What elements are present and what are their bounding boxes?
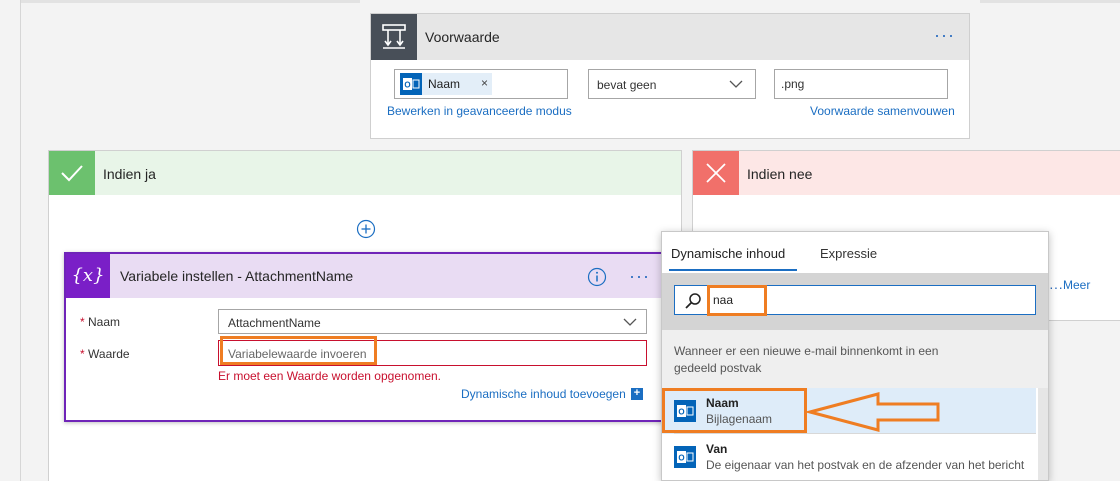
operator-value: bevat geen [597,78,657,92]
chevron-down-icon [623,318,637,326]
condition-operator-select[interactable]: bevat geen [588,69,756,99]
search-icon [685,293,701,309]
item-description: De eigenaar van het postvak en de afzend… [706,458,1025,472]
condition-value-input[interactable]: .png [774,69,948,99]
condition-value: .png [781,77,805,91]
yes-branch-title: Indien ja [103,166,156,182]
chevron-down-icon [729,80,743,88]
item-name: Van [706,442,728,456]
yes-branch-header[interactable]: Indien ja [49,151,681,195]
dynamic-content-panel: Dynamische inhoud Expressie naa Wanneer … [661,231,1049,481]
naam-token[interactable]: O Naam × [400,73,492,95]
more-link[interactable]: Meer [1063,278,1090,292]
value-error-message: Er moet een Waarde worden opgenomen. [218,369,442,383]
flow-guide-line [20,0,21,481]
active-tab-indicator [669,269,797,271]
close-icon [693,151,739,195]
variable-name-select[interactable]: AttachmentName [218,309,647,334]
outlook-icon: O [400,73,422,95]
section-title: Wanneer er een nieuwe e-mail binnenkomt … [674,344,939,375]
condition-header[interactable]: Voorwaarde ··· [371,14,969,60]
no-branch-header[interactable]: Indien nee [693,151,1120,195]
svg-text:O: O [404,81,410,90]
set-variable-menu-icon[interactable]: ··· [629,266,650,287]
info-icon[interactable] [587,267,607,287]
variable-icon: {x} [66,254,110,298]
condition-icon [371,14,417,60]
collapse-condition-link[interactable]: Voorwaarde samenvouwen [810,104,955,118]
annotation-arrow [806,392,940,432]
variable-name-value: AttachmentName [228,316,321,330]
condition-left-operand[interactable]: O Naam × [394,69,568,99]
set-variable-title: Variabele instellen - AttachmentName [120,268,354,284]
more-dots-icon[interactable]: ··· [1049,279,1063,295]
tab-expression[interactable]: Expressie [820,246,877,261]
tab-dynamic-content[interactable]: Dynamische inhoud [671,246,785,261]
scrollbar[interactable] [1038,388,1048,480]
dynamic-item-van[interactable]: O Van De eigenaar van het postvak en de … [662,434,1036,480]
set-variable-header[interactable]: {x} Variabele instellen - AttachmentName… [66,254,662,298]
condition-menu-icon[interactable]: ··· [934,25,955,46]
name-label: * Naam [80,315,121,329]
top-connector-right [980,0,1120,3]
checkmark-icon [49,151,95,195]
add-step-icon[interactable] [356,219,376,239]
outlook-icon: O [674,446,696,468]
svg-text:O: O [678,454,684,463]
highlight-search-value [707,285,767,316]
condition-card: Voorwaarde ··· O Naam × bevat geen .png … [370,13,970,139]
token-remove-icon[interactable]: × [481,76,488,90]
condition-title: Voorwaarde [425,29,500,45]
token-label: Naam [428,77,461,91]
add-dynamic-content-link[interactable]: Dynamische inhoud toevoegen [461,387,626,401]
highlight-value-input [220,336,377,365]
highlight-naam-item [662,388,807,433]
no-branch-title: Indien nee [747,166,813,182]
value-label: * Waarde [80,347,130,361]
top-connector-left [20,0,360,3]
add-dynamic-content-icon[interactable]: + [631,388,643,400]
advanced-mode-link[interactable]: Bewerken in geavanceerde modus [387,104,572,118]
